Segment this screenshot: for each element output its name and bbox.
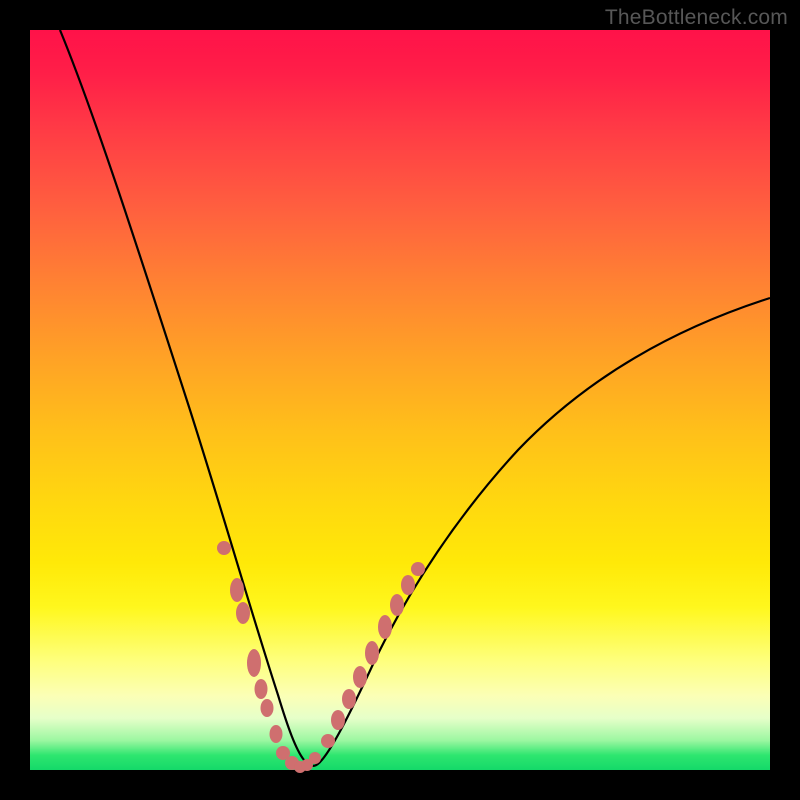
chart-frame: TheBottleneck.com [0,0,800,800]
watermark-text: TheBottleneck.com [605,6,788,30]
right-branch-dots [309,562,425,764]
curve-layer [30,30,770,770]
bottleneck-curve [60,30,770,766]
plot-area [30,30,770,770]
